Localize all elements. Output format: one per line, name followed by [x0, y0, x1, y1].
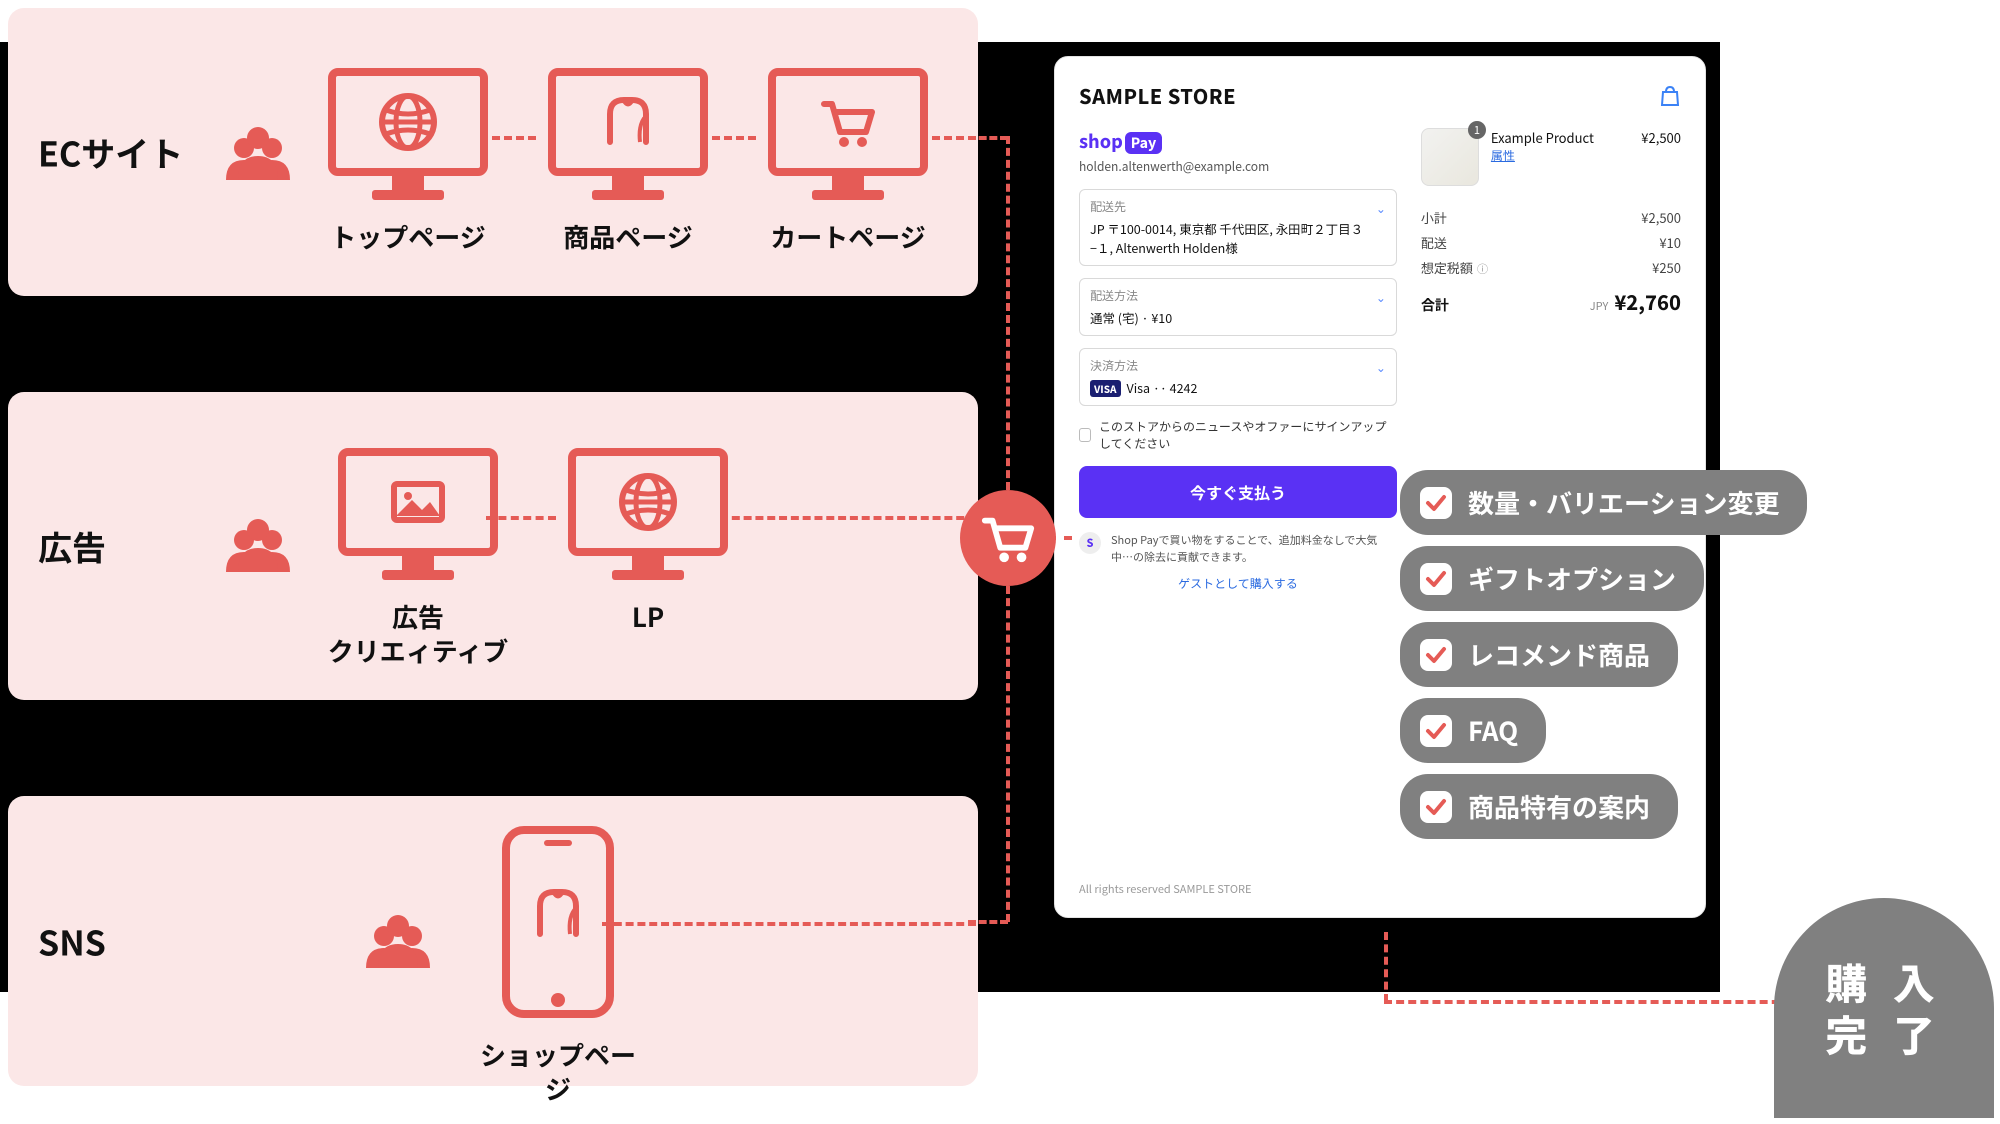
connector: [1006, 586, 1010, 922]
check-icon: [1420, 715, 1452, 747]
feature-pill: FAQ: [1400, 698, 1546, 763]
connector: [486, 516, 556, 520]
ship-to-field[interactable]: 配送先 JP 〒100-0014, 東京都 千代田区, 永田町２丁目３−１, A…: [1079, 189, 1397, 266]
connector: [602, 922, 976, 926]
check-icon: [1420, 487, 1452, 519]
users-icon: [218, 512, 298, 572]
users-icon: [218, 120, 298, 180]
panel-sns-label: SNS: [38, 917, 106, 966]
panel-ads: 広告 広告 クリエィティブ LP: [8, 392, 978, 700]
caption-lp: LP: [558, 600, 738, 634]
total-amount: ¥2,760: [1614, 287, 1681, 316]
newsletter-opt-in[interactable]: このストアからのニュースやオファーにサインアップしてください: [1079, 418, 1397, 452]
device-shop-page: ショップページ: [468, 824, 648, 1106]
panel-ec-label: ECサイト: [38, 128, 183, 177]
connector: [968, 920, 1008, 924]
qty-badge: 1: [1468, 121, 1486, 139]
checkbox-icon: [1079, 428, 1091, 442]
panel-ads-label: 広告: [38, 522, 106, 571]
product-name: Example Product: [1491, 128, 1594, 147]
feature-pill: 商品特有の案内: [1400, 774, 1678, 839]
device-top-page: トップページ: [318, 68, 498, 254]
check-icon: [1420, 791, 1452, 823]
checkout-email: holden.altenwerth@example.com: [1079, 158, 1397, 175]
chevron-down-icon: ⌄: [1376, 359, 1386, 376]
cart-hub-icon: [960, 490, 1056, 586]
connector: [720, 516, 976, 520]
caption-product: 商品ページ: [538, 220, 718, 254]
product-price: ¥2,500: [1641, 128, 1681, 147]
product-attr-link[interactable]: 属性: [1491, 147, 1594, 164]
shoppay-note: S Shop Payで買い物をすることで、追加料金なしで大気中…の除去に貢献でき…: [1079, 532, 1397, 565]
device-product-page: 商品ページ: [538, 68, 718, 254]
product-row: 1 Example Product 属性 ¥2,500: [1421, 128, 1681, 186]
connector: [1006, 136, 1010, 490]
pay-method-field[interactable]: 決済方法 VISAVisa ·· 4242 ⌄: [1079, 348, 1397, 406]
bag-icon: [1659, 85, 1681, 107]
connector: [480, 136, 536, 140]
connector: [1384, 1000, 1804, 1004]
device-lp: LP: [558, 448, 738, 634]
panel-ec-site: ECサイト トップページ 商品ページ カートページ: [8, 8, 978, 296]
store-name: SAMPLE STORE: [1079, 81, 1236, 110]
check-icon: [1420, 639, 1452, 671]
chevron-down-icon: ⌄: [1376, 200, 1386, 217]
users-icon: [358, 908, 438, 968]
feature-pill: 数量・バリエーション変更: [1400, 470, 1807, 535]
feature-pill: ギフトオプション: [1400, 546, 1704, 611]
caption-ad-creative: 広告 クリエィティブ: [318, 600, 518, 668]
connector: [700, 136, 756, 140]
panel-sns: SNS ショップページ: [8, 796, 978, 1086]
caption-shop: ショップページ: [468, 1038, 648, 1106]
device-cart-page: カートページ: [758, 68, 938, 254]
total-label: 合計: [1421, 295, 1449, 315]
product-thumb: 1: [1421, 128, 1479, 186]
purchase-complete-badge: 購 入 完 了: [1774, 898, 1994, 1118]
caption-top: トップページ: [318, 220, 498, 254]
connector: [968, 136, 1008, 140]
connector: [1384, 932, 1388, 1002]
caption-cart: カートページ: [758, 220, 938, 254]
feature-pill: レコメンド商品: [1400, 622, 1678, 687]
ship-method-field[interactable]: 配送方法 通常 (宅) · ¥10 ⌄: [1079, 278, 1397, 336]
chevron-down-icon: ⌄: [1376, 289, 1386, 306]
pay-now-button[interactable]: 今すぐ支払う: [1079, 466, 1397, 518]
check-icon: [1420, 563, 1452, 595]
footer-rights: All rights reserved SAMPLE STORE: [1079, 881, 1251, 897]
guest-checkout-link[interactable]: ゲストとして購入する: [1079, 575, 1397, 592]
device-ad-creative: 広告 クリエィティブ: [318, 448, 518, 668]
shoppay-logo: shopPay: [1079, 128, 1397, 154]
